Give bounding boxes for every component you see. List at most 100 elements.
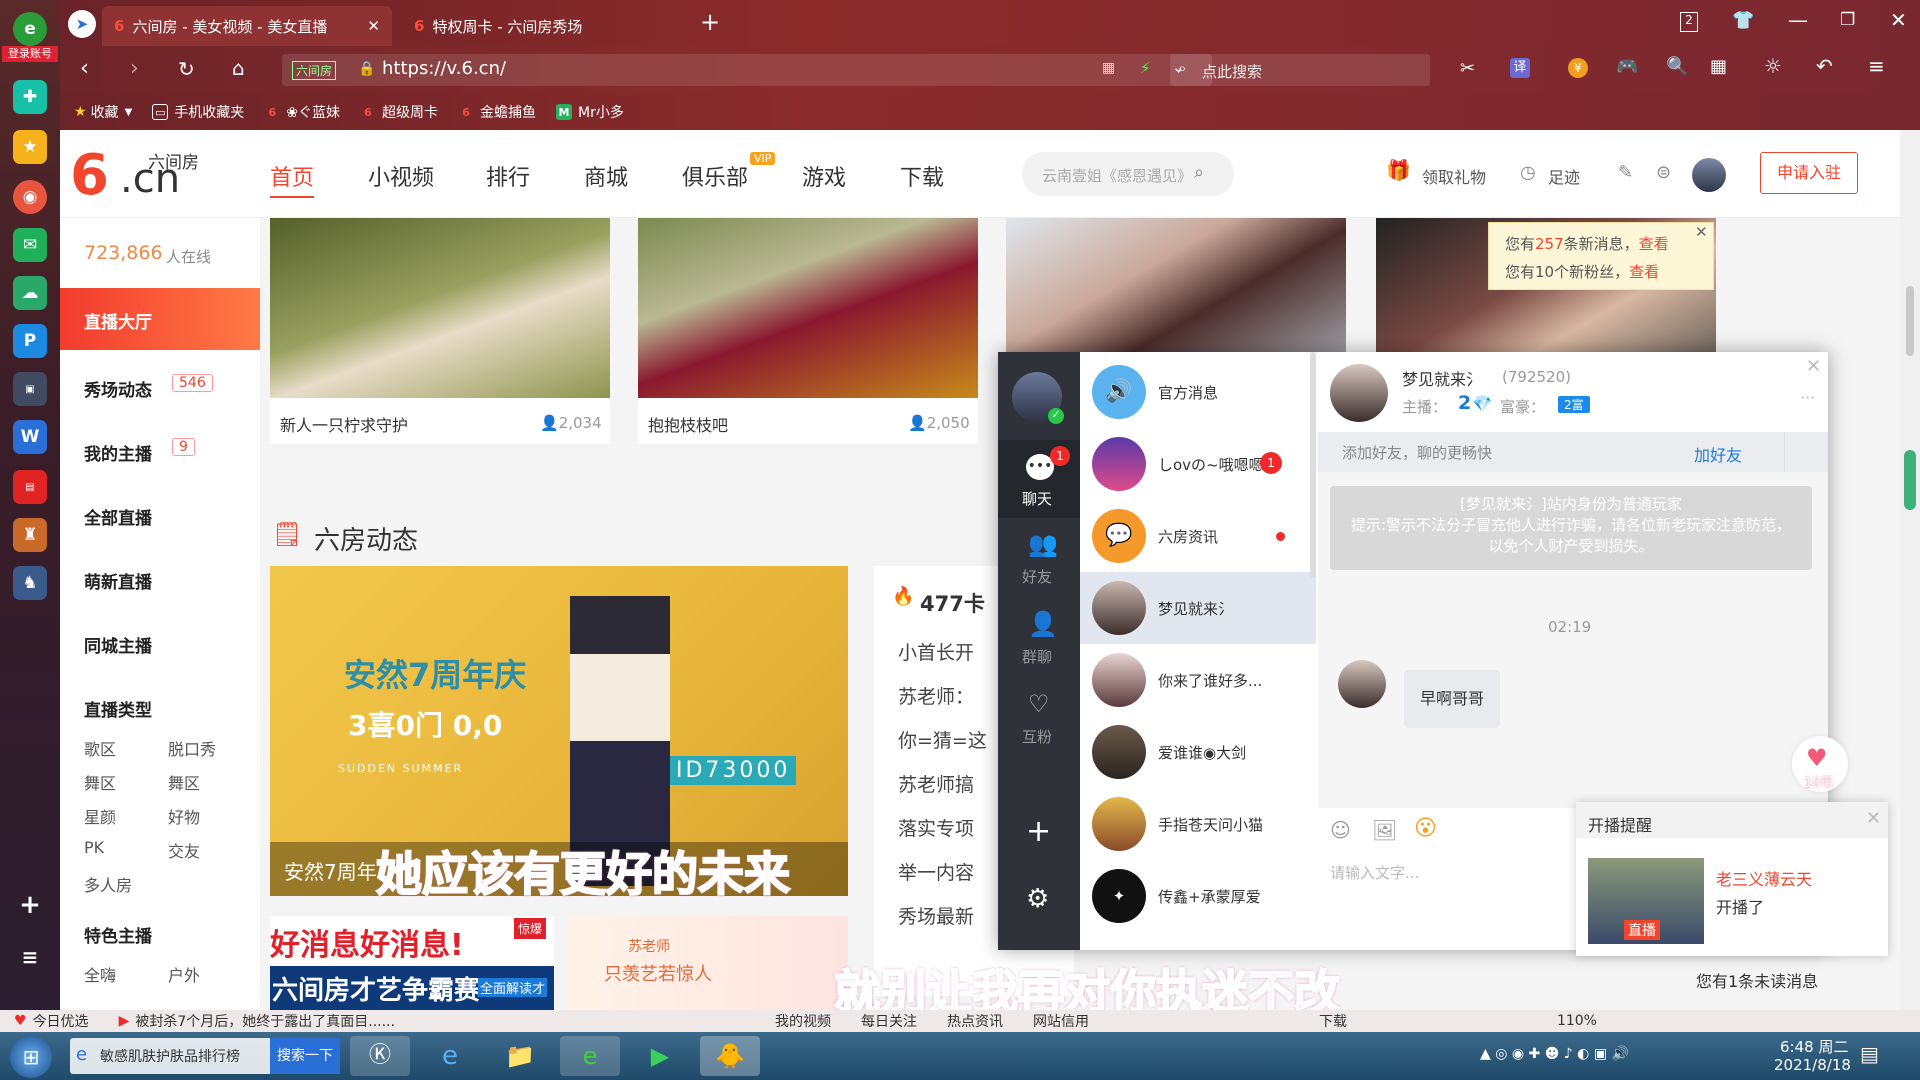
chat-nav-chat[interactable]: ••• 1 聊天 [998,440,1080,518]
tray-icons[interactable]: ▲ ◎ ◉ ✚ ☻ ♪ ◐ ▣ 🔊 [1480,1046,1629,1062]
ie-taskbar-icon[interactable]: e [420,1036,480,1076]
type-link[interactable]: 全嗨 [84,962,116,986]
type-link[interactable]: 多人房 [84,872,132,896]
conversation-item[interactable]: 🔊 官方消息 [1080,356,1316,428]
status-item[interactable]: 网站信用 [1033,1011,1089,1031]
nav-download[interactable]: 下载 [900,160,944,192]
game2-app-icon[interactable]: ♜ [13,518,47,552]
close-icon[interactable]: ✕ [367,17,380,35]
chat-nav-label[interactable]: 互粉 [1022,726,1052,747]
hot-item[interactable]: 你=猜=这 [898,726,987,753]
promo-card[interactable]: 好消息好消息! 惊爆 六间房才艺争霸赛 全面解读才 [270,916,554,1010]
settings-icon[interactable]: ⚙ [1026,884,1049,914]
search-field[interactable]: ⌕ 点此搜索 [1170,54,1430,86]
k-app-icon[interactable]: Ⓚ [350,1036,410,1076]
conversation-item[interactable]: 手指苍天问小猫 [1080,788,1316,860]
url-field[interactable]: 六间房 🔒 https://v.6.cn/ ▦ ⚡ ⌄ [282,54,1212,86]
add-icon[interactable]: + [1026,814,1051,849]
apps-icon[interactable]: ▦ [1710,56,1727,77]
mail-icon[interactable]: ✉ [13,228,47,262]
tab-active[interactable]: 6 六间房 - 美女视频 - 美女直播 ✕ [102,6,392,46]
hot-item[interactable]: 落实专项 [898,814,974,841]
tab-inactive[interactable]: 6 特权周卡 - 六间房秀场 [402,6,692,46]
message-icon[interactable]: ⊜ [1656,162,1671,183]
plus-app-icon[interactable]: ✚ [13,80,47,114]
type-link[interactable]: 脱口秀 [168,736,216,760]
start-icon[interactable]: ⊞ [10,1036,52,1078]
image-icon[interactable]: 🖼 [1372,818,1397,842]
conversation-item[interactable]: 爱谁谁◉大剑 [1080,716,1316,788]
peer-avatar[interactable] [1330,364,1388,422]
live-anchor-name[interactable]: 老三义薄云天 [1716,866,1812,890]
back-icon[interactable]: ‹ [80,56,89,81]
scrollbar-thumb[interactable] [1906,286,1914,356]
status-pick[interactable]: 今日优选 [33,1011,89,1031]
type-link[interactable]: 好物 [168,804,200,828]
chat-nav-label[interactable]: 好友 [1022,566,1052,587]
sticker-icon[interactable]: 😮 [1414,816,1437,841]
site-search-input[interactable]: 云南壹姐《感恩遇见》 ⌕ [1022,152,1234,196]
heart-chat-icon[interactable]: ♡ [1028,690,1050,718]
translate-icon[interactable]: 译 [1510,58,1530,78]
notice-link[interactable]: 查看 [1639,235,1669,253]
browser-taskbar-icon[interactable]: e [560,1036,620,1076]
live-thumbnail[interactable]: 直播 [1588,858,1704,944]
hot-item[interactable]: 小首长开 [898,638,974,665]
nav-club[interactable]: 俱乐部 [682,160,748,192]
sidebar-item-show[interactable]: 秀场动态 [84,376,152,401]
stream-card[interactable]: 新人一只柠求守护 👤2,034 [270,218,610,444]
nav-games[interactable]: 游戏 [802,160,846,192]
search-icon[interactable]: ⌕ [1194,162,1204,183]
browser-logo-icon[interactable]: e [13,12,47,46]
conversation-item[interactable]: しovの~哦嗯嗯 1 [1080,428,1316,500]
type-link[interactable]: PK [84,838,104,857]
page-scrollbar[interactable] [1900,130,1920,1010]
hot-item[interactable]: 苏老师： [898,682,974,709]
conversation-item-active[interactable]: 梦见就来氵 [1080,572,1316,644]
new-tab-icon[interactable]: + [700,8,720,36]
add-friend-button[interactable]: 加好友 [1694,442,1742,466]
conversation-item[interactable]: ✦ 传鑫+承蒙厚爱 [1080,860,1316,932]
conversation-item[interactable]: 💬 六房资讯 [1080,500,1316,572]
promo-card[interactable]: 苏老师 只羡艺若惊人 [568,916,848,1010]
word-icon[interactable]: W [13,420,47,454]
group-icon[interactable]: 👤 [1028,610,1058,638]
notice-link[interactable]: 查看 [1629,263,1659,281]
cloud-icon[interactable]: ☁ [13,276,47,310]
sidebar-item-hall[interactable]: 直播大厅 [60,288,260,350]
sidebar-item-my[interactable]: 我的主播 [84,440,152,465]
notification-icon[interactable]: ▤ [1860,1042,1879,1066]
nav-ranking[interactable]: 排行 [486,160,530,192]
game3-app-icon[interactable]: ♞ [13,566,47,600]
status-item[interactable]: 每日关注 [861,1011,917,1031]
sidebar-item-cute[interactable]: 萌新直播 [84,568,152,593]
sidebar-item-city[interactable]: 同城主播 [84,632,152,657]
apply-button[interactable]: 申请入驻 [1760,152,1858,194]
home-icon[interactable]: ⌂ [232,56,245,80]
reload-icon[interactable]: ↻ [178,57,195,81]
app-avatar-icon[interactable]: 🐥 [700,1036,760,1076]
bookmark-item[interactable]: 6 ❀ぐ蓝妹 [264,102,340,122]
site-logo-icon[interactable]: 6 [70,148,109,204]
side-widget[interactable] [1904,450,1916,510]
hamburger-icon[interactable]: ≡ [1868,54,1885,78]
magnifier-icon[interactable]: 🔍 [1666,56,1688,77]
folder-icon[interactable]: 📁 [490,1036,550,1076]
nav-short-video[interactable]: 小视频 [368,160,434,192]
nav-home[interactable]: 首页 [270,160,315,198]
undo-icon[interactable]: ↶ [1816,54,1833,78]
close-icon[interactable]: ✕ [1695,223,1708,241]
status-item[interactable]: 我的视频 [775,1011,831,1031]
p-app-icon[interactable]: P [13,324,47,358]
type-link[interactable]: 户外 [168,962,200,986]
bookmark-favorites[interactable]: ★ 收藏 ▼ [74,102,132,122]
type-link[interactable]: 星颜 [84,804,116,828]
status-item[interactable]: 热点资讯 [947,1011,1003,1031]
tab-counter[interactable]: 2 [1680,12,1698,32]
minimize-icon[interactable]: — [1788,8,1808,32]
bolt-icon[interactable]: ⚡ [1140,59,1151,77]
unread-notice[interactable]: 您有1条未读消息 [1696,968,1818,992]
message-input[interactable]: 请输入文字... [1330,862,1419,883]
gift-link[interactable]: 领取礼物 [1422,164,1486,188]
weibo-icon[interactable]: ◉ [13,180,47,214]
